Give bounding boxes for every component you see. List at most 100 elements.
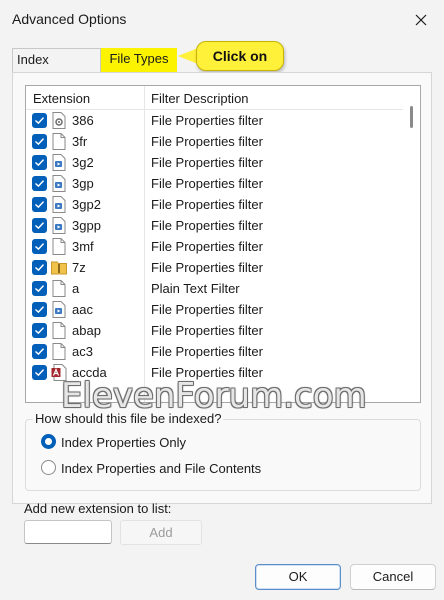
- scrollbar-thumb[interactable]: [410, 106, 413, 128]
- vertical-scrollbar[interactable]: [403, 86, 420, 402]
- media-file-icon: [51, 154, 67, 171]
- row-filter-description: File Properties filter: [151, 176, 263, 191]
- blank-file-icon: [51, 322, 67, 339]
- row-filter-description: File Properties filter: [151, 302, 263, 317]
- row-filter-description: File Properties filter: [151, 134, 263, 149]
- check-icon: [34, 327, 45, 335]
- tab-file-types[interactable]: File Types: [101, 48, 177, 72]
- list-item[interactable]: 3fr File Properties filter: [26, 131, 404, 152]
- row-filter-description: File Properties filter: [151, 218, 263, 233]
- ok-button[interactable]: OK: [255, 564, 341, 590]
- row-checkbox[interactable]: [32, 218, 47, 233]
- check-icon: [34, 222, 45, 230]
- list-item[interactable]: ac3 File Properties filter: [26, 341, 404, 362]
- row-checkbox[interactable]: [32, 365, 47, 380]
- close-icon: [415, 14, 427, 26]
- list-item[interactable]: 386 File Properties filter: [26, 110, 404, 131]
- check-icon: [34, 264, 45, 272]
- check-icon: [34, 243, 45, 251]
- window-title: Advanced Options: [12, 11, 127, 27]
- column-header-extension[interactable]: Extension: [33, 91, 90, 106]
- row-filter-description: File Properties filter: [151, 323, 263, 338]
- click-on-callout: Click on: [196, 41, 284, 71]
- row-extension: accda: [72, 365, 107, 380]
- radio-index-properties-only[interactable]: [41, 434, 56, 449]
- row-checkbox[interactable]: [32, 281, 47, 296]
- media-file-icon: [51, 196, 67, 213]
- row-filter-description: File Properties filter: [151, 365, 263, 380]
- check-icon: [34, 201, 45, 209]
- list-item[interactable]: 7z File Properties filter: [26, 257, 404, 278]
- media-file-icon: [51, 175, 67, 192]
- close-button[interactable]: [398, 0, 444, 40]
- row-extension: 3g2: [72, 155, 94, 170]
- row-checkbox[interactable]: [32, 176, 47, 191]
- extension-list[interactable]: Extension Filter Description 386 File Pro…: [25, 85, 421, 403]
- row-checkbox[interactable]: [32, 134, 47, 149]
- blank-file-icon: [51, 238, 67, 255]
- list-item[interactable]: accda File Properties filter: [26, 362, 404, 383]
- row-checkbox[interactable]: [32, 302, 47, 317]
- row-extension: 7z: [72, 260, 86, 275]
- list-item[interactable]: 3g2 File Properties filter: [26, 152, 404, 173]
- zip-folder-icon: [51, 259, 67, 276]
- check-icon: [34, 306, 45, 314]
- list-item[interactable]: 3gp2 File Properties filter: [26, 194, 404, 215]
- row-checkbox[interactable]: [32, 323, 47, 338]
- row-checkbox[interactable]: [32, 155, 47, 170]
- settings-file-icon: [51, 112, 67, 129]
- title-bar: Advanced Options: [0, 0, 444, 40]
- radio-index-properties-and-contents[interactable]: [41, 460, 56, 475]
- check-icon: [34, 369, 45, 377]
- cancel-button[interactable]: Cancel: [350, 564, 436, 590]
- media-file-icon: [51, 217, 67, 234]
- check-icon: [34, 159, 45, 167]
- row-filter-description: File Properties filter: [151, 113, 263, 128]
- row-filter-description: File Properties filter: [151, 239, 263, 254]
- access-file-icon: [51, 364, 67, 381]
- add-extension-label: Add new extension to list:: [24, 501, 172, 516]
- check-icon: [34, 138, 45, 146]
- check-icon: [34, 117, 45, 125]
- column-header-filter-description[interactable]: Filter Description: [151, 91, 249, 106]
- row-extension: 3fr: [72, 134, 88, 149]
- list-item[interactable]: 3gp File Properties filter: [26, 173, 404, 194]
- row-checkbox[interactable]: [32, 260, 47, 275]
- row-checkbox[interactable]: [32, 239, 47, 254]
- list-item[interactable]: 3mf File Properties filter: [26, 236, 404, 257]
- row-extension: abap: [72, 323, 101, 338]
- check-icon: [34, 348, 45, 356]
- file-types-panel: Extension Filter Description 386 File Pro…: [12, 72, 432, 504]
- callout-pointer: [178, 48, 198, 64]
- add-button[interactable]: Add: [120, 520, 202, 545]
- check-icon: [34, 180, 45, 188]
- blank-file-icon: [51, 343, 67, 360]
- row-filter-description: File Properties filter: [151, 197, 263, 212]
- list-rows: 386 File Properties filter 3fr File Propert…: [26, 110, 404, 383]
- list-header: Extension Filter Description: [26, 86, 404, 110]
- tab-index-settings[interactable]: Index Settings: [12, 48, 101, 89]
- add-extension-input[interactable]: [24, 520, 112, 544]
- group-label: How should this file be indexed?: [33, 411, 224, 426]
- list-item[interactable]: aac File Properties filter: [26, 299, 404, 320]
- blank-file-icon: [51, 133, 67, 150]
- row-extension: 3gp: [72, 176, 94, 191]
- radio-label-properties-only[interactable]: Index Properties Only: [61, 435, 186, 450]
- row-checkbox[interactable]: [32, 197, 47, 212]
- row-checkbox[interactable]: [32, 344, 47, 359]
- media-file-icon: [51, 301, 67, 318]
- list-item[interactable]: a Plain Text Filter: [26, 278, 404, 299]
- row-extension: 3gp2: [72, 197, 101, 212]
- list-item[interactable]: 3gpp File Properties filter: [26, 215, 404, 236]
- list-item[interactable]: abap File Properties filter: [26, 320, 404, 341]
- row-extension: aac: [72, 302, 93, 317]
- check-icon: [34, 285, 45, 293]
- row-extension: 386: [72, 113, 94, 128]
- row-extension: 3gpp: [72, 218, 101, 233]
- index-method-group: How should this file be indexed? Index P…: [25, 411, 421, 491]
- row-checkbox[interactable]: [32, 113, 47, 128]
- row-filter-description: File Properties filter: [151, 260, 263, 275]
- radio-label-properties-and-contents[interactable]: Index Properties and File Contents: [61, 461, 261, 476]
- row-filter-description: Plain Text Filter: [151, 281, 240, 296]
- row-extension: ac3: [72, 344, 93, 359]
